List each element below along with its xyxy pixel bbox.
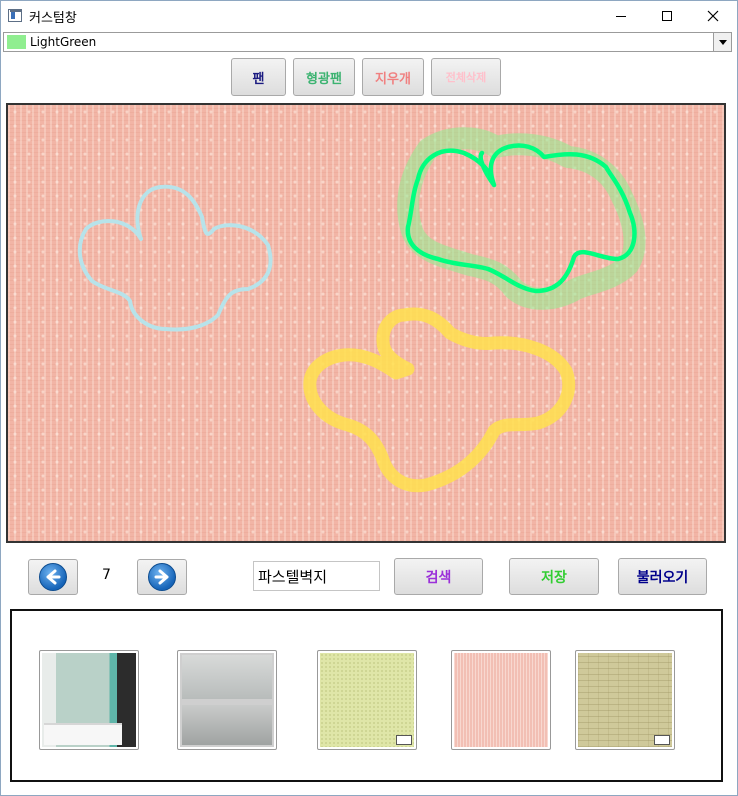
- thumbnail-beige-wallpaper[interactable]: [575, 650, 675, 750]
- page-number: 7: [102, 567, 111, 583]
- save-button[interactable]: 저장: [509, 558, 599, 595]
- combo-dropdown-button[interactable]: [713, 33, 731, 51]
- drawing-canvas[interactable]: [6, 103, 726, 543]
- main-window: 커스텀창 LightGreen 팬 형광팬 지우개 전체삭제 7 검색: [0, 0, 738, 796]
- maximize-icon: [662, 11, 672, 21]
- close-icon: [707, 10, 719, 22]
- chevron-down-icon: [718, 39, 727, 45]
- clear-all-button[interactable]: 전체삭제: [431, 58, 501, 96]
- ink-layer: [77, 127, 646, 493]
- minimize-icon: [616, 15, 626, 17]
- next-page-button[interactable]: [137, 559, 187, 595]
- maximize-button[interactable]: [644, 1, 690, 31]
- thumbnail-image: [42, 653, 136, 747]
- window-title: 커스텀창: [29, 11, 77, 26]
- thumbnail-image: [180, 653, 274, 747]
- thumbnail-image: [320, 653, 414, 747]
- color-swatch: [7, 35, 26, 49]
- search-button[interactable]: 검색: [394, 558, 483, 595]
- highlighter-button[interactable]: 형광팬: [293, 58, 355, 96]
- product-tag: [396, 735, 412, 745]
- glass-pane-top: [182, 655, 272, 699]
- thumbnail-image: [454, 653, 548, 747]
- minimize-button[interactable]: [598, 1, 644, 31]
- thumbnail-image: [578, 653, 672, 747]
- load-button[interactable]: 불러오기: [618, 558, 707, 595]
- color-combo-value: LightGreen: [30, 35, 97, 49]
- arrow-left-icon: [39, 563, 67, 591]
- glass-pane-bottom: [182, 705, 272, 745]
- close-button[interactable]: [690, 1, 736, 31]
- thumbnail-bathroom[interactable]: [39, 650, 139, 750]
- arrow-right-icon: [148, 563, 176, 591]
- thumbnail-yellow-green-wallpaper[interactable]: [317, 650, 417, 750]
- previous-page-button[interactable]: [28, 559, 78, 595]
- light-blue-stroke: [77, 184, 273, 332]
- color-combo-box[interactable]: LightGreen: [3, 32, 732, 52]
- thumbnail-glass-panels[interactable]: [177, 650, 277, 750]
- app-window-icon: [8, 9, 22, 22]
- search-input[interactable]: [253, 561, 380, 591]
- product-tag: [654, 735, 670, 745]
- yellow-highlighter-stroke: [303, 307, 576, 493]
- bathtub-shape: [44, 723, 122, 745]
- pen-button[interactable]: 팬: [231, 58, 286, 96]
- title-bar: 커스텀창: [1, 1, 737, 31]
- eraser-button[interactable]: 지우개: [362, 58, 424, 96]
- thumbnail-pink-wallpaper[interactable]: [451, 650, 551, 750]
- thumbnail-panel: [10, 609, 723, 782]
